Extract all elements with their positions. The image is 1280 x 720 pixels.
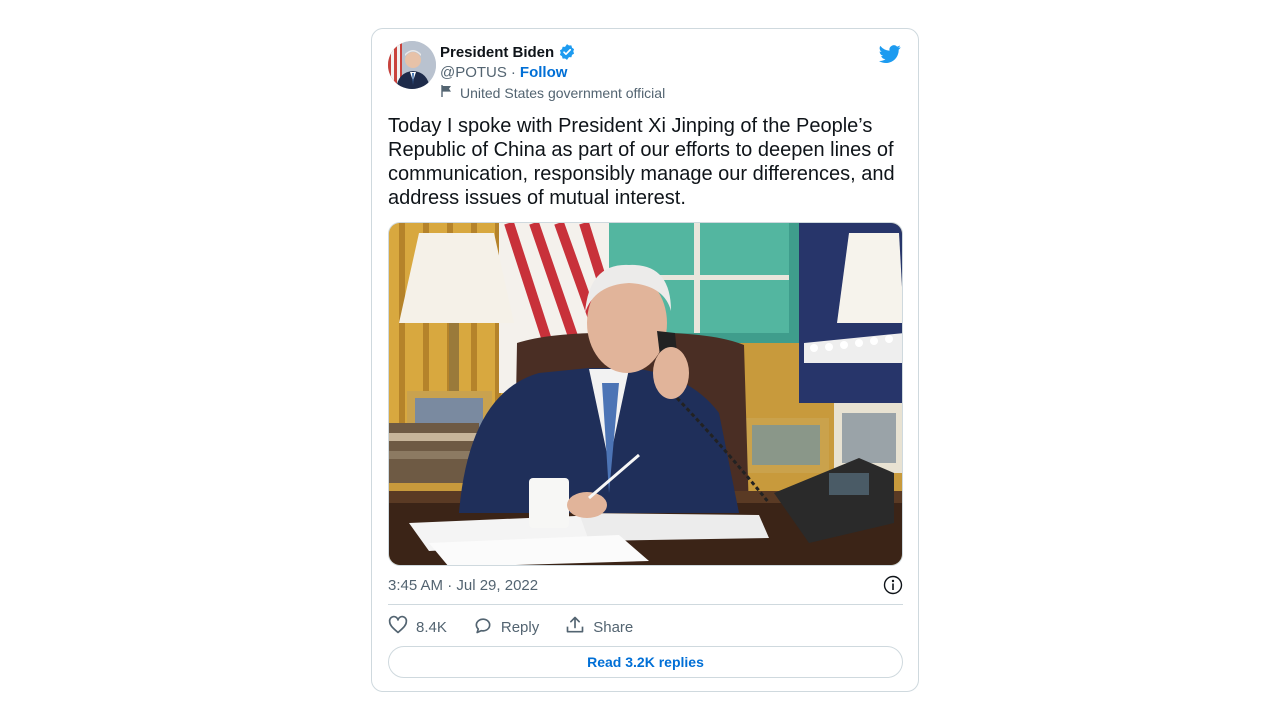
verified-badge-icon	[558, 43, 576, 61]
tweet-photo[interactable]	[388, 222, 903, 566]
handle-separator: ·	[510, 64, 516, 81]
divider	[388, 604, 903, 605]
twitter-bird-icon[interactable]	[878, 43, 902, 65]
read-replies-button[interactable]: Read 3.2K replies	[388, 646, 903, 678]
follow-button[interactable]: Follow	[520, 64, 568, 81]
like-count: 8.4K	[416, 618, 447, 636]
read-replies-label: Read 3.2K replies	[587, 654, 704, 670]
share-button[interactable]: Share	[565, 615, 633, 639]
tweet-text: Today I spoke with President Xi Jinping …	[388, 115, 895, 209]
reply-button[interactable]: Reply	[473, 615, 539, 639]
author-avatar[interactable]	[388, 41, 436, 89]
account-label: United States government official	[460, 84, 666, 101]
speech-bubble-icon	[473, 615, 493, 639]
author-name[interactable]: President Biden	[440, 44, 554, 61]
info-icon[interactable]	[883, 575, 903, 595]
heart-icon	[388, 615, 408, 639]
flag-icon	[440, 84, 454, 101]
share-upload-icon	[565, 615, 585, 639]
share-label: Share	[593, 618, 634, 636]
tweet-embed-card: President Biden @POTUS · Follow United S…	[371, 28, 919, 692]
tweet-timestamp[interactable]: 3:45 AM · Jul 29, 2022	[388, 577, 538, 594]
author-handle[interactable]: @POTUS	[440, 64, 507, 81]
like-button[interactable]: 8.4K	[388, 615, 447, 639]
reply-label: Reply	[500, 618, 540, 636]
